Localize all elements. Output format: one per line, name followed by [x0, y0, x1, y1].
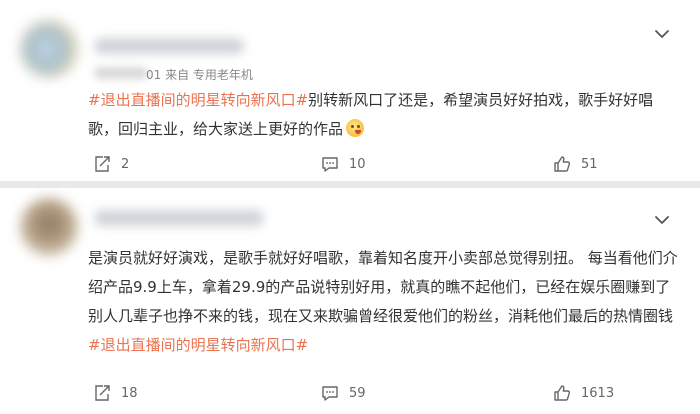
- comment-button[interactable]: 10: [320, 154, 366, 174]
- comment-icon: [322, 157, 338, 172]
- like-icon: [554, 385, 571, 401]
- like-icon: [554, 156, 571, 172]
- repost-count: 2: [121, 156, 130, 172]
- chevron-down-icon[interactable]: [652, 210, 672, 230]
- comment-button[interactable]: 59: [320, 383, 366, 403]
- comment-count: 10: [349, 156, 366, 172]
- comment-card: 01 来自 专用老年机 #退出直播间的明星转向新风口#别转新风口了还是，希望演员…: [0, 0, 700, 181]
- like-count: 1613: [581, 385, 615, 401]
- comment-body: 是演员就好好演戏，是歌手就好好唱歌，靠着知名度开小卖部总觉得别扭。 每当看他们介…: [88, 249, 678, 325]
- timestamp-blurred: [94, 67, 148, 79]
- like-button[interactable]: 51: [552, 154, 598, 174]
- chevron-down-icon[interactable]: [652, 24, 672, 44]
- avatar[interactable]: [20, 20, 78, 78]
- repost-button[interactable]: 2: [92, 154, 129, 174]
- savoring-face-emoji-icon: [346, 119, 365, 137]
- username-blurred[interactable]: [94, 38, 244, 54]
- like-count: 51: [581, 156, 598, 172]
- repost-count: 18: [121, 385, 138, 401]
- hashtag-link[interactable]: #退出直播间的明星转向新风口#: [88, 336, 308, 354]
- comment-card: 是演员就好好演戏，是歌手就好好唱歌，靠着知名度开小卖部总觉得别扭。 每当看他们介…: [0, 188, 700, 414]
- like-button[interactable]: 1613: [552, 383, 614, 403]
- repost-icon: [95, 156, 110, 172]
- comment-text: #退出直播间的明星转向新风口#别转新风口了还是，希望演员好好拍戏，歌手好好唱歌，…: [88, 86, 678, 144]
- username-blurred[interactable]: [94, 210, 264, 226]
- comment-count: 59: [349, 385, 366, 401]
- avatar[interactable]: [20, 198, 78, 256]
- comment-icon: [322, 386, 338, 401]
- repost-button[interactable]: 18: [92, 383, 138, 403]
- repost-icon: [95, 385, 110, 401]
- post-meta: 01 来自 专用老年机: [146, 68, 253, 82]
- hashtag-link[interactable]: #退出直播间的明星转向新风口#: [88, 91, 308, 109]
- comment-text: 是演员就好好演戏，是歌手就好好唱歌，靠着知名度开小卖部总觉得别扭。 每当看他们介…: [88, 244, 678, 360]
